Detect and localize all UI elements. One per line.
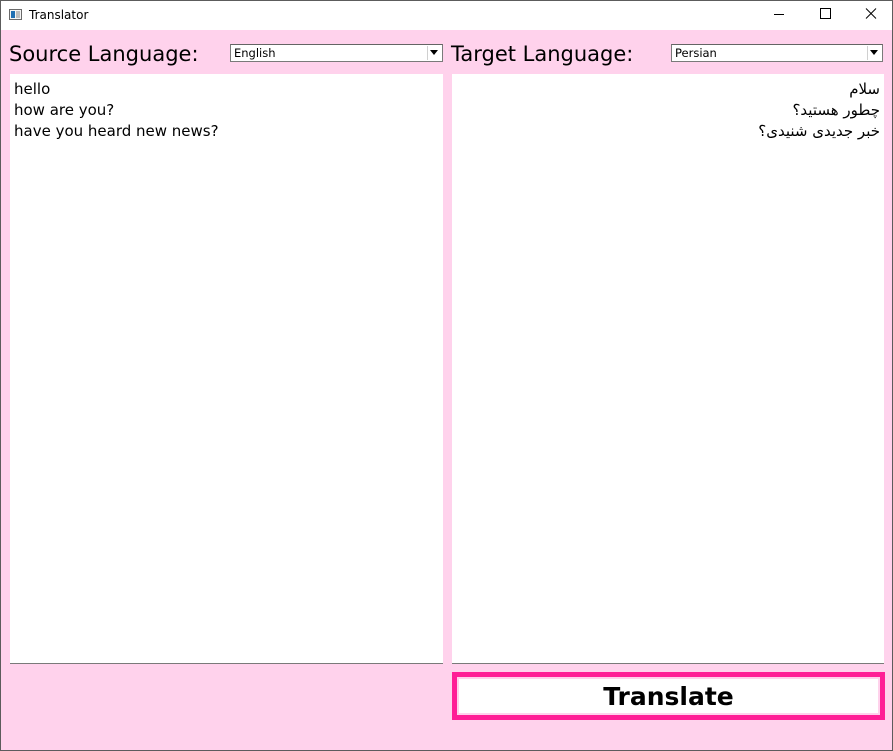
close-button[interactable] <box>848 1 893 30</box>
dropdown-arrow-icon[interactable] <box>867 46 881 60</box>
maximize-button[interactable] <box>802 1 848 30</box>
source-language-select[interactable]: English <box>230 44 443 62</box>
target-text-line: سلام <box>849 80 880 98</box>
target-language-value: Persian <box>675 46 717 60</box>
translate-button[interactable]: Translate <box>452 672 885 720</box>
source-text-line: how are you? <box>14 101 115 119</box>
source-text-lines: hello how are you? have you heard new ne… <box>14 79 219 142</box>
target-text-line: خبر جدیدی شنیدی؟ <box>758 122 880 140</box>
target-text-area[interactable]: سلام چطور هستید؟ خبر جدیدی شنیدی؟ <box>452 74 884 664</box>
source-text-area[interactable]: hello how are you? have you heard new ne… <box>10 74 443 664</box>
close-icon <box>865 8 877 19</box>
dropdown-arrow-icon[interactable] <box>427 46 441 60</box>
source-language-label: Source Language: <box>9 42 199 66</box>
target-language-select[interactable]: Persian <box>671 44 883 62</box>
minimize-icon <box>774 14 784 15</box>
target-text-lines: سلام چطور هستید؟ خبر جدیدی شنیدی؟ <box>758 79 880 142</box>
source-text-line: have you heard new news? <box>14 122 219 140</box>
app-icon <box>9 9 22 20</box>
translate-button-face: Translate <box>459 679 878 713</box>
title-bar[interactable]: Translator <box>1 1 892 30</box>
window-title: Translator <box>29 8 89 22</box>
target-language-label: Target Language: <box>451 42 634 66</box>
minimize-button[interactable] <box>756 1 802 30</box>
translate-button-label: Translate <box>603 681 734 711</box>
source-text-line: hello <box>14 80 51 98</box>
target-text-line: چطور هستید؟ <box>792 101 880 119</box>
translator-window: Translator Source Language: English Targ… <box>0 0 893 751</box>
source-language-value: English <box>234 46 276 60</box>
maximize-icon <box>820 8 831 19</box>
